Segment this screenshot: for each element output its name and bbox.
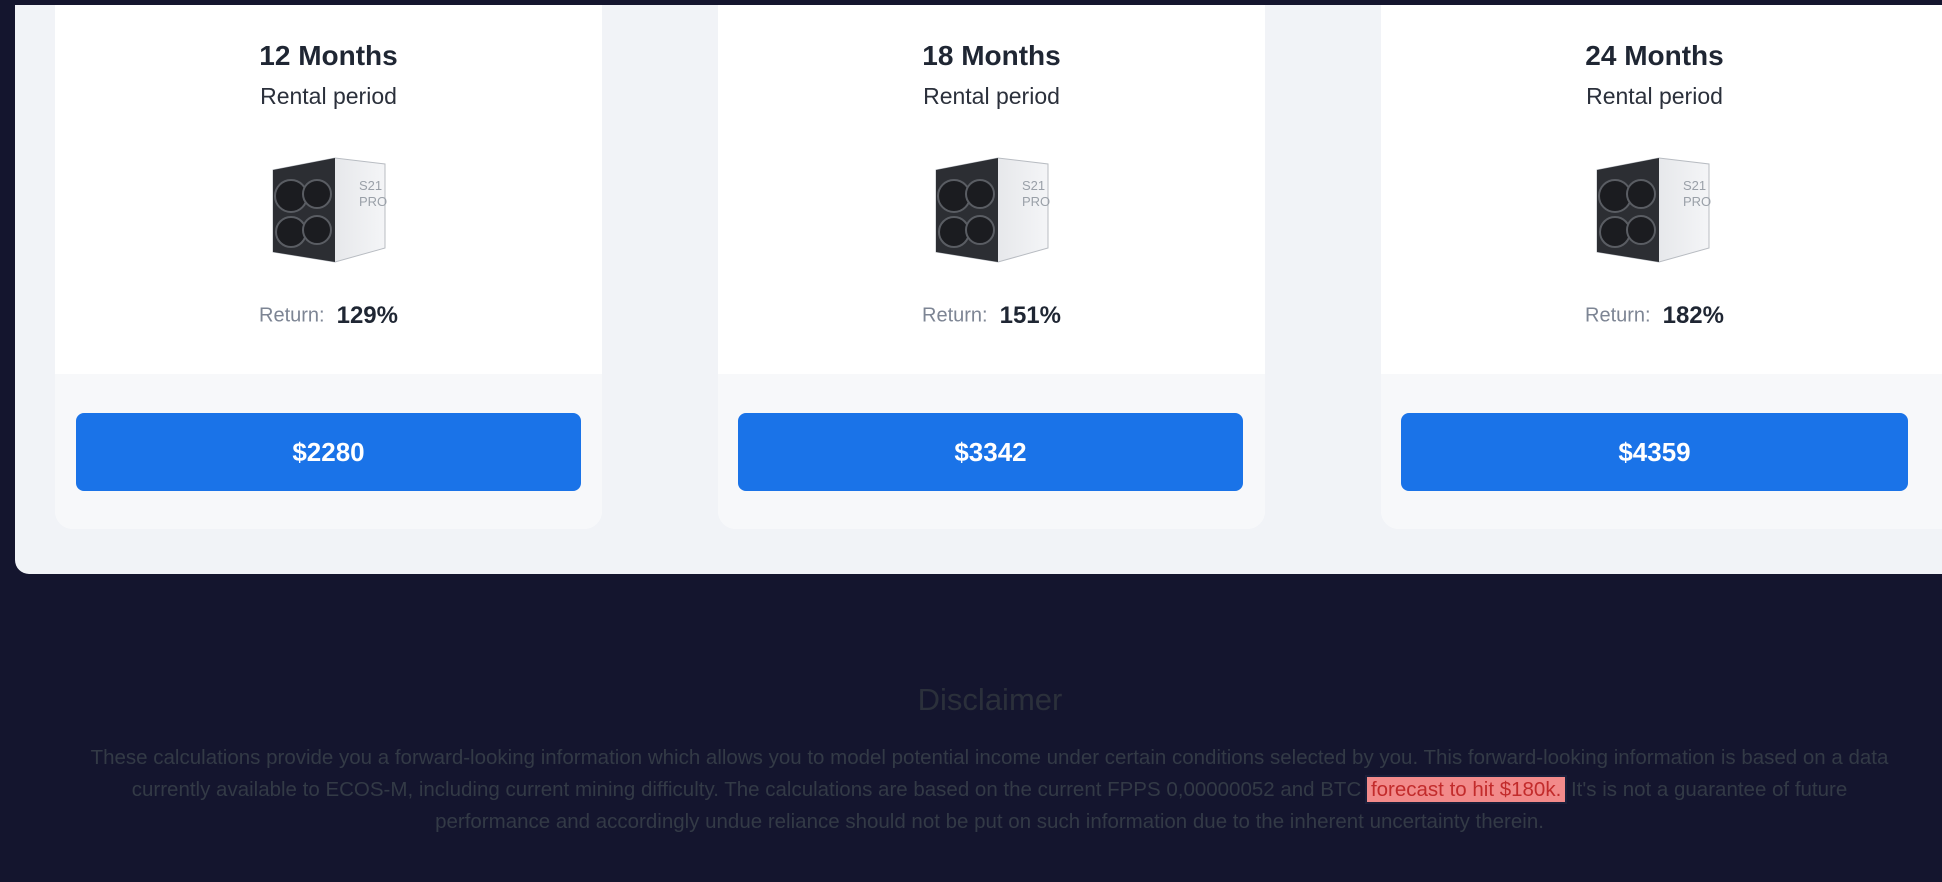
price-button-18-months[interactable]: $3342 (738, 413, 1243, 491)
plans-panel: 12 Months Rental period S21 PRO Return: 1… (15, 5, 1942, 574)
return-value: 129% (336, 302, 398, 329)
plan-return: Return: 182% (1381, 302, 1928, 330)
plan-return: Return: 151% (718, 302, 1265, 330)
asic-miner-image: S21 PRO (1596, 157, 1711, 263)
asic-miner-image: S21 PRO (935, 157, 1050, 263)
plan-months: 18 Months (922, 40, 1061, 71)
plan-card-12-months: 12 Months Rental period S21 PRO Return: 1… (55, 5, 602, 529)
plan-months: 12 Months (259, 40, 398, 71)
svg-text:PRO: PRO (1022, 194, 1050, 209)
disclaimer-text: These calculations provide you a forward… (82, 742, 1897, 838)
disclaimer-title: Disclaimer (917, 682, 1063, 717)
return-value: 151% (999, 302, 1061, 329)
return-label: Return: (922, 304, 988, 327)
plan-months: 24 Months (1585, 40, 1724, 71)
price-button-24-months[interactable]: $4359 (1401, 413, 1908, 491)
highlighted-forecast: forecast to hit $180k. (1364, 775, 1568, 804)
plan-period-label: Rental period (923, 83, 1060, 109)
plan-period-label: Rental period (1586, 83, 1723, 109)
plan-card-18-months: 18 Months Rental period S21 PRO Return: 1… (718, 5, 1265, 529)
asic-miner-image: S21 PRO (272, 157, 387, 263)
return-label: Return: (259, 304, 325, 327)
plan-period-label: Rental period (260, 83, 397, 109)
svg-text:S21: S21 (359, 178, 382, 193)
return-label: Return: (1585, 304, 1651, 327)
svg-text:PRO: PRO (1683, 194, 1711, 209)
plan-return: Return: 129% (55, 302, 602, 330)
plan-card-24-months: 24 Months Rental period S21 PRO Return: 1… (1381, 5, 1942, 529)
svg-text:S21: S21 (1022, 178, 1045, 193)
price-button-12-months[interactable]: $2280 (76, 413, 581, 491)
return-value: 182% (1662, 302, 1724, 329)
svg-text:PRO: PRO (359, 194, 387, 209)
svg-text:S21: S21 (1683, 178, 1706, 193)
